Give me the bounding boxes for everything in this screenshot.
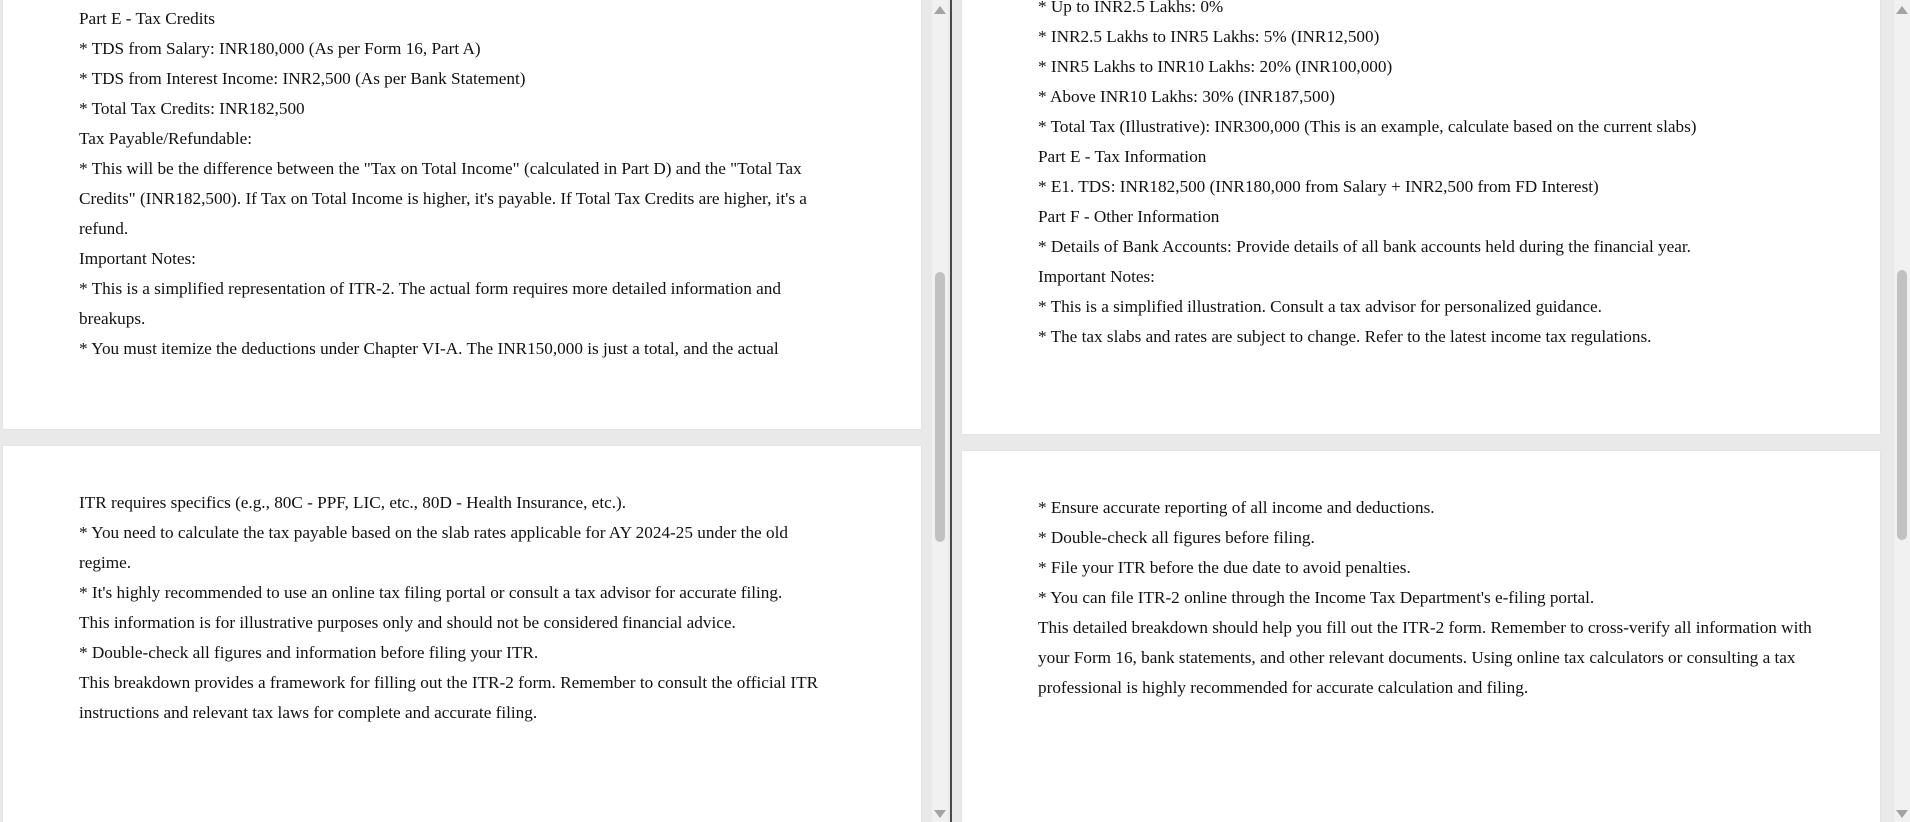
text-line: * Ensure accurate reporting of all incom…	[1038, 498, 1435, 517]
section-heading: Part E - Tax Information	[1038, 147, 1207, 166]
text-line: * Up to INR2.5 Lakhs: 0%	[1038, 0, 1224, 16]
left-document-viewer[interactable]: Part E - Tax Credits * TDS from Salary: …	[0, 0, 950, 822]
right-document-page-2: * Ensure accurate reporting of all incom…	[962, 451, 1880, 822]
right-document-page-1: * Up to INR2.5 Lakhs: 0% * INR2.5 Lakhs …	[962, 0, 1880, 434]
left-document-page-2: ITR requires specifics (e.g., 80C - PPF,…	[3, 446, 921, 822]
text-line: * Double-check all figures before filing…	[1038, 528, 1315, 547]
left-page-1-text: Part E - Tax Credits * TDS from Salary: …	[79, 4, 829, 364]
text-line: * You must itemize the deductions under …	[79, 339, 779, 358]
text-line: * Total Tax (Illustrative): INR300,000 (…	[1038, 117, 1697, 136]
section-heading: Part F - Other Information	[1038, 207, 1220, 226]
left-document-page-1: Part E - Tax Credits * TDS from Salary: …	[3, 0, 921, 429]
left-page-2-text: ITR requires specifics (e.g., 80C - PPF,…	[79, 488, 829, 728]
text-line: * E1. TDS: INR182,500 (INR180,000 from S…	[1038, 177, 1599, 196]
section-heading: Important Notes:	[79, 249, 196, 268]
text-line: * This will be the difference between th…	[79, 159, 807, 238]
text-line: * You can file ITR-2 online through the …	[1038, 588, 1595, 607]
right-document-viewer[interactable]: * Up to INR2.5 Lakhs: 0% * INR2.5 Lakhs …	[952, 0, 1910, 822]
section-heading: Important Notes:	[1038, 267, 1155, 286]
text-line: * You need to calculate the tax payable …	[79, 523, 788, 572]
right-page-2-text: * Ensure accurate reporting of all incom…	[1038, 493, 1840, 703]
text-line: * File your ITR before the due date to a…	[1038, 558, 1411, 577]
right-vertical-scrollbar[interactable]	[1894, 0, 1910, 822]
section-heading: Part E - Tax Credits	[79, 9, 215, 28]
text-line: * Details of Bank Accounts: Provide deta…	[1038, 237, 1691, 256]
text-line: * It's highly recommended to use an onli…	[79, 583, 783, 602]
text-line: * The tax slabs and rates are subject to…	[1038, 327, 1652, 346]
text-line: * TDS from Interest Income: INR2,500 (As…	[79, 69, 526, 88]
chevron-up-icon[interactable]	[1894, 2, 1910, 18]
text-line: * This is a simplified representation of…	[79, 279, 781, 328]
text-line: This detailed breakdown should help you …	[1038, 618, 1812, 697]
chevron-up-icon[interactable]	[932, 2, 948, 18]
left-vertical-scrollbar[interactable]	[932, 0, 948, 822]
text-line: * INR5 Lakhs to INR10 Lakhs: 20% (INR100…	[1038, 57, 1393, 76]
text-line: This breakdown provides a framework for …	[79, 673, 819, 722]
text-line: This information is for illustrative pur…	[79, 613, 736, 632]
left-scroll-thumb[interactable]	[935, 272, 945, 542]
chevron-down-icon[interactable]	[932, 806, 948, 822]
chevron-down-icon[interactable]	[1894, 806, 1910, 822]
text-line: * INR2.5 Lakhs to INR5 Lakhs: 5% (INR12,…	[1038, 27, 1380, 46]
text-line: * Above INR10 Lakhs: 30% (INR187,500)	[1038, 87, 1335, 106]
section-heading: Tax Payable/Refundable:	[79, 129, 252, 148]
text-line: ITR requires specifics (e.g., 80C - PPF,…	[79, 493, 627, 512]
text-line: * Double-check all figures and informati…	[79, 643, 539, 662]
text-line: * TDS from Salary: INR180,000 (As per Fo…	[79, 39, 481, 58]
right-page-1-text: * Up to INR2.5 Lakhs: 0% * INR2.5 Lakhs …	[1038, 0, 1840, 352]
right-scroll-thumb[interactable]	[1897, 270, 1907, 540]
text-line: * Total Tax Credits: INR182,500	[79, 99, 305, 118]
text-line: * This is a simplified illustration. Con…	[1038, 297, 1602, 316]
